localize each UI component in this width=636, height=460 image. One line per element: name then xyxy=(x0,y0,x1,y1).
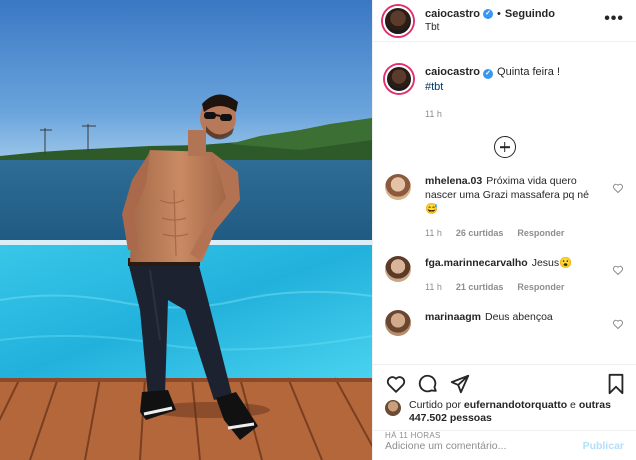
comment-like-icon[interactable] xyxy=(612,182,624,194)
comment-time[interactable]: 11 h xyxy=(425,226,442,240)
more-options-icon[interactable]: ••• xyxy=(604,10,624,28)
comment-item: mhelena.03 Próxima vida quero nascer uma … xyxy=(385,174,624,240)
liker-avatar[interactable] xyxy=(385,400,401,416)
comment-text: Deus abençoa xyxy=(485,311,553,323)
reply-button[interactable]: Responder xyxy=(517,226,564,240)
comment-like-icon[interactable] xyxy=(612,318,624,330)
comment-icon[interactable] xyxy=(417,373,439,395)
author-username[interactable]: caiocastro xyxy=(425,7,480,21)
comment-input[interactable] xyxy=(385,439,583,452)
author-avatar[interactable] xyxy=(383,5,413,36)
reply-button[interactable]: Responder xyxy=(517,280,564,294)
comment-item: marinaagm Deus abençoa xyxy=(385,310,624,336)
liked-by-prefix: Curtido por xyxy=(409,399,461,411)
post-header: caiocastro ✓ • Seguindo Tbt ••• xyxy=(373,0,636,42)
post-actions-area: Curtido por eufernandotorquatto e outras… xyxy=(373,364,636,460)
comment-text: Jesus😮 xyxy=(531,257,573,269)
commenter-username[interactable]: fga.marinnecarvalho xyxy=(425,257,528,269)
post-image xyxy=(0,0,372,460)
add-comment-bar: Publicar xyxy=(373,430,636,460)
comment-time[interactable]: 11 h xyxy=(425,280,442,294)
verified-badge-icon: ✓ xyxy=(483,8,494,19)
comments-list[interactable]: caiocastro ✓ Quinta feira ! #tbt 11 h mhel… xyxy=(373,55,636,374)
comment-item: fga.marinnecarvalho Jesus😮 11 h 21 curtid… xyxy=(385,256,624,294)
caption-username[interactable]: caiocastro xyxy=(425,66,480,78)
caption-hashtag[interactable]: #tbt xyxy=(425,80,560,95)
share-icon[interactable] xyxy=(449,373,471,395)
caption-time[interactable]: 11 h xyxy=(425,107,560,122)
instagram-post-modal: caiocastro ✓ • Seguindo Tbt ••• caiocast… xyxy=(0,0,636,460)
post-photo[interactable] xyxy=(0,0,372,460)
commenter-avatar[interactable] xyxy=(385,256,411,282)
comment-likes[interactable]: 21 curtidas xyxy=(456,280,504,294)
commenter-username[interactable]: mhelena.03 xyxy=(425,175,482,187)
follow-separator: • xyxy=(497,7,501,20)
post-location[interactable]: Tbt xyxy=(425,21,555,35)
commenter-username[interactable]: marinaagm xyxy=(425,311,481,323)
liked-by-user[interactable]: eufernandotorquatto xyxy=(464,399,567,411)
liked-by: Curtido por eufernandotorquatto e outras… xyxy=(373,395,636,425)
following-button[interactable]: Seguindo xyxy=(505,7,555,21)
bookmark-icon[interactable] xyxy=(606,373,626,395)
heart-icon[interactable] xyxy=(385,373,407,395)
liked-by-connector: e xyxy=(570,399,576,411)
commenter-avatar[interactable] xyxy=(385,174,411,200)
publish-button[interactable]: Publicar xyxy=(583,440,624,452)
post-caption: caiocastro ✓ Quinta feira ! #tbt 11 h xyxy=(385,65,624,122)
post-side-panel: caiocastro ✓ • Seguindo Tbt ••• caiocast… xyxy=(372,0,636,460)
commenter-avatar[interactable] xyxy=(385,310,411,336)
comment-likes[interactable]: 26 curtidas xyxy=(456,226,504,240)
caption-avatar[interactable] xyxy=(385,65,413,93)
action-bar xyxy=(373,365,636,395)
load-more-comments-icon[interactable] xyxy=(493,136,516,158)
verified-badge-icon: ✓ xyxy=(483,69,494,79)
caption-text: Quinta feira ! xyxy=(497,66,561,78)
comment-like-icon[interactable] xyxy=(612,264,624,276)
